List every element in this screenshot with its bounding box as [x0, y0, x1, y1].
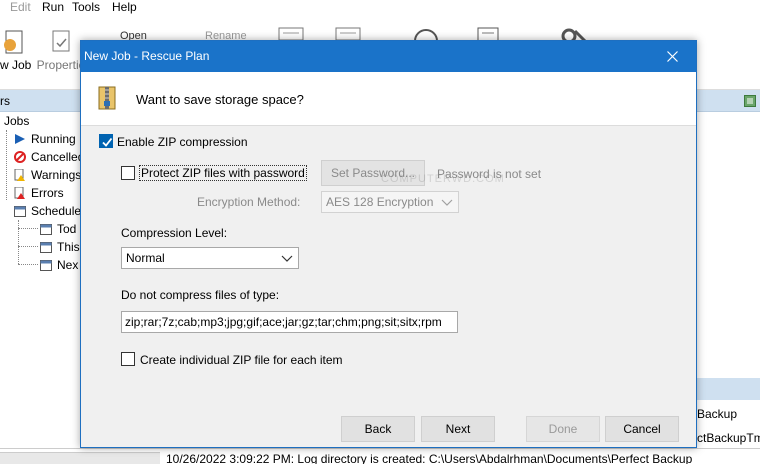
menu-edit[interactable]: Edit — [10, 0, 31, 15]
menu-tools[interactable]: Tools — [72, 0, 100, 15]
tree-item-label: Nex — [57, 258, 79, 272]
protect-zip-label[interactable]: Protect ZIP files with password — [139, 165, 307, 181]
properties-label: Propertie — [36, 58, 86, 72]
properties-button[interactable]: Propertie — [36, 15, 86, 87]
close-icon — [667, 51, 678, 62]
calendar-icon — [40, 224, 52, 235]
properties-icon — [52, 30, 70, 52]
close-button[interactable] — [650, 41, 696, 72]
checkmark-icon — [102, 137, 113, 147]
tree-item-warnings[interactable]: Warnings — [14, 166, 81, 184]
compression-level-value: Normal — [126, 251, 165, 265]
toolbar-icon-b[interactable] — [335, 27, 361, 41]
calendar-icon — [40, 242, 52, 253]
enable-zip-checkbox[interactable] — [99, 134, 113, 148]
right-lower-list: Backup ctBackupTmp — [697, 400, 760, 454]
compression-level-select[interactable]: Normal — [121, 247, 299, 269]
calendar-icon — [40, 260, 52, 271]
cancel-button[interactable]: Cancel — [605, 416, 679, 442]
dialog-title: New Job - Rescue Plan — [84, 49, 210, 63]
chevron-down-icon — [441, 199, 453, 206]
compression-level-label: Compression Level: — [121, 226, 228, 240]
done-button[interactable]: Done — [526, 416, 600, 442]
log-horizontal-scrollbar[interactable] — [0, 452, 160, 464]
watermark-text: COMPUTERWD.COM — [381, 173, 505, 185]
dialog-header: Want to save storage space? — [81, 72, 696, 126]
list-item: Backup — [697, 407, 738, 421]
left-panel-header-label: rs — [0, 94, 10, 108]
next-button[interactable]: Next — [421, 416, 495, 442]
individual-zip-checkbox[interactable] — [121, 352, 135, 366]
tree-item-label: Errors — [31, 186, 64, 200]
list-item: ctBackupTmp — [697, 431, 760, 445]
dialog-title-bar: New Job - Rescue Plan — [81, 41, 696, 72]
right-panel — [697, 112, 760, 377]
new-job-dialog: New Job - Rescue Plan Want to save stora… — [80, 40, 697, 448]
zip-archive-icon — [98, 86, 116, 110]
log-icon[interactable] — [476, 27, 500, 41]
right-lower-header — [697, 378, 760, 400]
encryption-method-select[interactable]: AES 128 Encryption — [321, 191, 459, 213]
tree-item-errors[interactable]: Errors — [14, 184, 64, 202]
tree-item-label: This — [57, 240, 80, 254]
left-panel-header: rs — [0, 90, 80, 112]
tree-item-running[interactable]: Running — [14, 130, 76, 148]
error-icon — [14, 187, 25, 199]
tree-root-jobs[interactable]: Jobs — [4, 112, 29, 130]
header-question: Want to save storage space? — [136, 92, 304, 107]
new-job-button[interactable]: w Job — [0, 15, 32, 87]
encryption-method-value: AES 128 Encryption — [326, 195, 434, 209]
tree-item-label: Tod — [57, 222, 77, 236]
exclude-types-label: Do not compress files of type: — [121, 288, 280, 302]
tree-item-label: Cancelled — [31, 150, 85, 164]
tree-item-cancelled[interactable]: Cancelled — [14, 148, 84, 166]
cancel-icon — [14, 151, 26, 163]
protect-zip-checkbox[interactable] — [121, 166, 135, 180]
panel-toggle-icon[interactable] — [744, 95, 756, 107]
exclude-types-input[interactable]: zip;rar;7z;cab;mp3;jpg;gif;ace;jar;gz;ta… — [121, 311, 458, 333]
encryption-method-label: Encryption Method: — [197, 195, 301, 209]
enable-zip-label[interactable]: Enable ZIP compression — [117, 135, 248, 149]
dialog-footer: Back Next Done Cancel — [81, 407, 696, 447]
warning-icon — [14, 169, 25, 181]
menu-bar: Edit Run Tools Help — [0, 0, 760, 15]
tree-item-today[interactable]: Tod — [40, 220, 76, 238]
tree-item-scheduled[interactable]: Scheduled — [14, 202, 88, 220]
calendar-icon — [14, 206, 26, 217]
individual-zip-label[interactable]: Create individual ZIP file for each item — [140, 353, 343, 367]
tree-item-label: Running — [31, 132, 76, 146]
toolbar-icon-a[interactable] — [278, 27, 304, 41]
tree-item-this[interactable]: This — [40, 238, 80, 256]
new-job-label: w Job — [0, 58, 32, 72]
tree-item-label: Warnings — [31, 168, 82, 182]
play-icon — [15, 134, 25, 144]
chevron-down-icon — [281, 255, 293, 262]
menu-run[interactable]: Run — [42, 0, 64, 15]
tree-item-next[interactable]: Nex — [40, 256, 78, 274]
job-tree: Jobs Running Cancelled Warnings Errors S… — [0, 112, 88, 452]
menu-help[interactable]: Help — [112, 0, 137, 15]
back-button[interactable]: Back — [341, 416, 415, 442]
log-line: 10/26/2022 3:09:22 PM: Log directory is … — [166, 452, 693, 464]
new-job-icon — [4, 30, 23, 54]
right-panel-header — [697, 90, 760, 112]
